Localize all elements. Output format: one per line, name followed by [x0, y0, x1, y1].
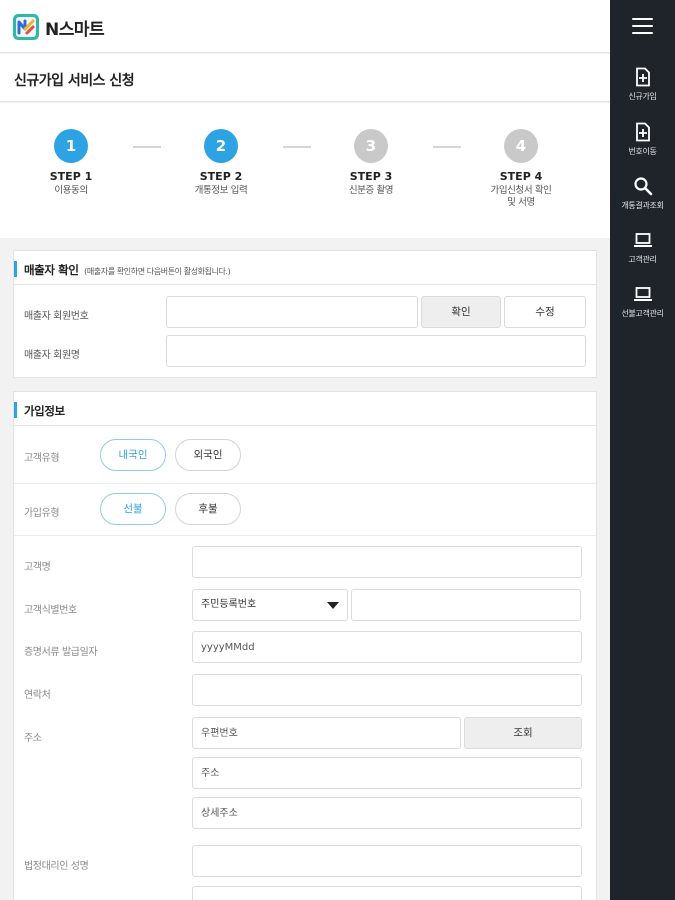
step-2-circle: 2 [204, 129, 238, 163]
signup-info-card: 가입정보 고객유형 내국인 외국인 가입유형 선불 후불 고객명 고객식별번호 … [13, 391, 597, 900]
address-lookup-button[interactable]: 조회 [464, 717, 582, 749]
seller-member-name-label: 매출자 회원명 [24, 350, 80, 361]
step-3-title: STEP 3 [349, 170, 393, 183]
page-title: 신규가입 서비스 신청 [14, 73, 135, 89]
customer-id-type-select[interactable]: 주민등록번호 [192, 589, 348, 621]
guardian-name-label: 법정대리인 성명 [24, 861, 89, 872]
rail-item-prepaid-customer-manage[interactable]: 선불고객관리 [610, 284, 675, 319]
customer-type-foreign-option[interactable]: 외국인 [175, 439, 241, 471]
customer-name-input[interactable] [192, 546, 582, 578]
laptop-icon [633, 233, 652, 247]
step-connector [283, 146, 311, 148]
step-1-circle: 1 [54, 129, 88, 163]
join-type-label: 가입유형 [24, 508, 60, 519]
menu-hamburger-icon[interactable] [632, 18, 653, 35]
step-indicator: 1 STEP 1 이용동의 2 STEP 2 개통정보 입력 3 STEP 3 … [0, 103, 610, 238]
address-input[interactable] [192, 757, 582, 789]
file-plus-icon [635, 122, 650, 142]
nsmart-logo-icon [13, 14, 39, 40]
seller-card-header: 매출자 확인 (매출자를 확인하면 다음버튼이 활성화됩니다.) [14, 251, 596, 285]
customer-name-label: 고객명 [24, 562, 51, 573]
main-content: N스마트 신규가입 서비스 신청 1 STEP 1 이용동의 2 STEP 2 … [0, 0, 610, 900]
step-4-desc: 가입신청서 확인 및 서명 [490, 185, 552, 208]
laptop-icon [633, 287, 652, 301]
app-brand: N스마트 [45, 20, 105, 40]
step-4-circle: 4 [504, 129, 538, 163]
address-label: 주소 [24, 733, 42, 744]
rail-item-label: 선불고객관리 [621, 309, 664, 318]
seller-member-no-label: 매출자 회원번호 [24, 311, 89, 322]
seller-card-note: (매출자를 확인하면 다음버튼이 활성화됩니다.) [84, 267, 231, 276]
rail-item-activation-result[interactable]: 개통결과조회 [610, 176, 675, 211]
seller-confirm-button[interactable]: 확인 [421, 296, 501, 328]
contact-label: 연락처 [24, 690, 51, 701]
signup-card-header: 가입정보 [14, 392, 596, 426]
section-accent-bar [14, 261, 17, 277]
caret-down-icon [327, 602, 339, 609]
zipcode-input[interactable] [192, 717, 461, 749]
step-connector [133, 146, 161, 148]
seller-confirm-card: 매출자 확인 (매출자를 확인하면 다음버튼이 활성화됩니다.) 매출자 회원번… [13, 250, 597, 378]
rail-item-customer-manage[interactable]: 고객관리 [610, 230, 675, 265]
contact-input[interactable] [192, 674, 582, 706]
seller-member-name-input[interactable] [166, 335, 586, 367]
top-bar: N스마트 [0, 0, 610, 53]
step-connector [433, 146, 461, 148]
join-type-postpaid-option[interactable]: 후불 [175, 493, 241, 525]
step-3-circle: 3 [354, 129, 388, 163]
customer-type-label: 고객유형 [24, 453, 60, 464]
rail-item-label: 개통결과조회 [621, 201, 664, 210]
next-field-input[interactable] [192, 886, 582, 900]
step-2-desc: 개통정보 입력 [194, 185, 248, 196]
customer-id-number-input[interactable] [351, 589, 581, 621]
rail-item-new-signup[interactable]: 신규가입 [610, 67, 675, 102]
seller-edit-button[interactable]: 수정 [504, 296, 586, 328]
step-3: 3 STEP 3 신분증 촬영 [321, 129, 421, 197]
rail-item-label: 신규가입 [628, 92, 657, 101]
right-nav-rail: 신규가입 번호이동 개통결과조회 고객관리 선불고객관리 [610, 0, 675, 900]
row-divider [14, 483, 596, 484]
address-detail-input[interactable] [192, 797, 582, 829]
step-4: 4 STEP 4 가입신청서 확인 및 서명 [471, 129, 571, 209]
step-1-title: STEP 1 [49, 170, 93, 183]
step-3-desc: 신분증 촬영 [348, 185, 394, 196]
customer-type-domestic-option[interactable]: 내국인 [100, 439, 166, 471]
section-accent-bar [14, 402, 17, 418]
seller-member-no-input[interactable] [166, 296, 418, 328]
customer-id-type-value: 주민등록번호 [201, 599, 257, 610]
search-icon [633, 177, 652, 196]
step-2-title: STEP 2 [199, 170, 243, 183]
customer-id-label: 고객식별번호 [24, 605, 77, 616]
step-2: 2 STEP 2 개통정보 입력 [171, 129, 271, 197]
rail-item-number-port[interactable]: 번호이동 [610, 122, 675, 157]
signup-card-title: 가입정보 [24, 404, 65, 418]
seller-card-title: 매출자 확인 (매출자를 확인하면 다음버튼이 활성화됩니다.) [24, 262, 231, 278]
rail-item-label: 번호이동 [628, 147, 657, 156]
doc-issue-date-input[interactable] [192, 631, 582, 663]
join-type-prepaid-option[interactable]: 선불 [100, 493, 166, 525]
step-1-desc: 이용동의 [54, 185, 88, 196]
guardian-name-input[interactable] [192, 845, 582, 877]
file-plus-icon [635, 67, 650, 87]
step-4-title: STEP 4 [499, 170, 543, 183]
doc-issue-date-label: 증명서류 발급일자 [24, 647, 98, 658]
row-divider [14, 535, 596, 536]
page-title-bar: 신규가입 서비스 신청 [0, 54, 610, 102]
seller-title-text: 매출자 확인 [24, 263, 79, 277]
rail-item-label: 고객관리 [628, 255, 657, 264]
step-1: 1 STEP 1 이용동의 [21, 129, 121, 197]
